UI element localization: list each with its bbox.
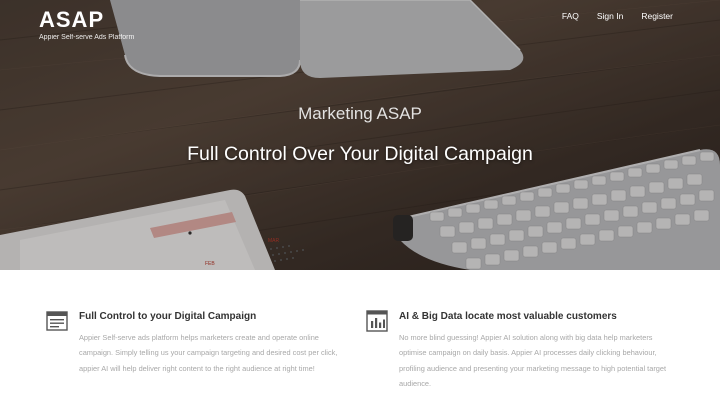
feature-description: Appier Self-serve ads platform helps mar… [79,333,338,373]
top-nav: FAQ Sign In Register [544,11,673,21]
nav-faq-link[interactable]: FAQ [562,11,579,21]
features-section: Full Control to your Digital Campaign Ap… [0,270,720,405]
hero-banner: MAR FEB ASAP Appier Self-serve Ads Platf… [0,0,720,270]
brand-logo[interactable]: ASAP [39,8,134,32]
feature-description: No more blind guessing! Appier AI soluti… [399,333,667,389]
bar-chart-icon [366,310,388,332]
browser-window-icon [46,311,68,331]
hero-subtitle: Marketing ASAP [298,104,422,123]
feature-title: Full Control to your Digital Campaign [79,311,257,322]
brand[interactable]: ASAP Appier Self-serve Ads Platform [39,8,135,42]
nav-register-link[interactable]: Register [641,11,673,21]
hero-title: Full Control Over Your Digital Campaign [187,143,533,165]
brand-tagline: Appier Self-serve Ads Platform [39,34,135,41]
feature-title: AI & Big Data locate most valuable custo… [399,311,617,322]
nav-sign-in-link[interactable]: Sign In [597,11,623,21]
